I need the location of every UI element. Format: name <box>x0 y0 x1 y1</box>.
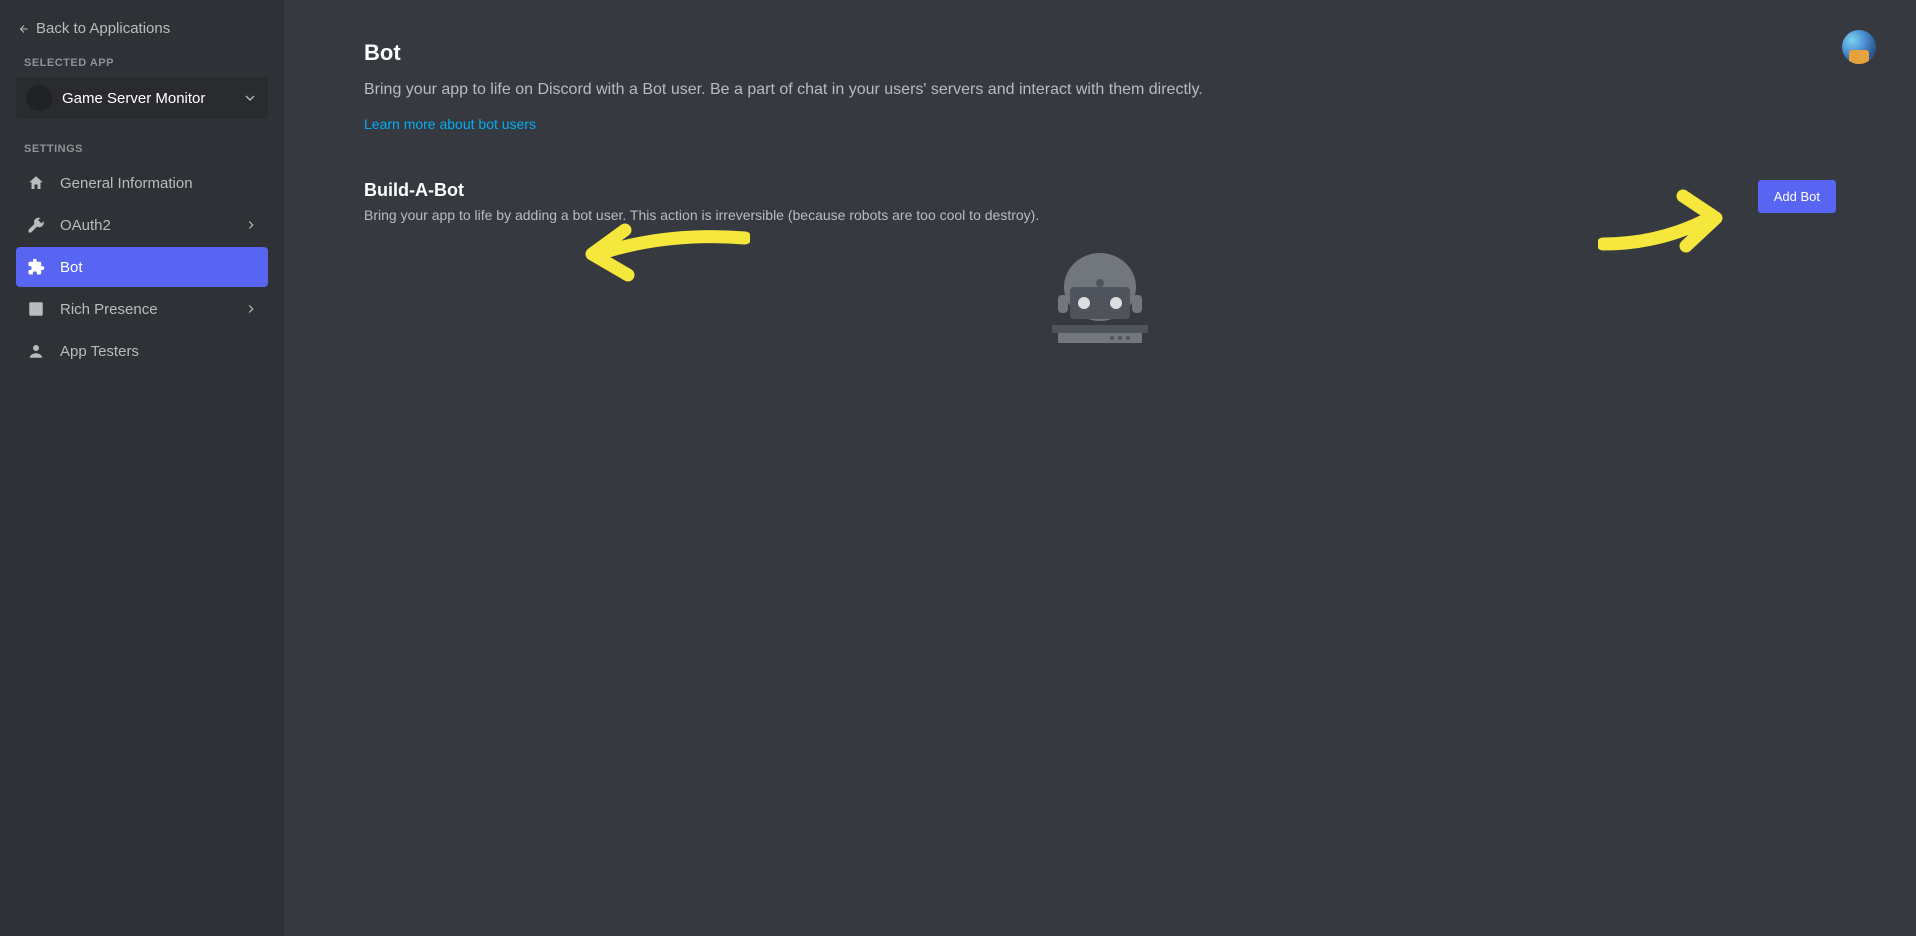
back-to-applications-link[interactable]: Back to Applications <box>16 16 268 49</box>
nav-oauth2[interactable]: OAuth2 <box>16 205 268 245</box>
sidebar: Back to Applications SELECTED APP Game S… <box>0 0 284 936</box>
nav-general-information[interactable]: General Information <box>16 163 268 203</box>
nav-item-label: Bot <box>60 259 258 276</box>
build-a-bot-section: Build-A-Bot Bring your app to life by ad… <box>364 180 1836 223</box>
page-description: Bring your app to life on Discord with a… <box>364 78 1836 102</box>
add-bot-button[interactable]: Add Bot <box>1758 180 1836 213</box>
chevron-right-icon <box>244 302 258 316</box>
home-icon <box>26 174 46 192</box>
nav-item-label: Rich Presence <box>60 301 230 318</box>
document-icon <box>26 300 46 318</box>
app-icon <box>26 85 52 111</box>
arrow-left-icon <box>18 23 30 35</box>
build-heading: Build-A-Bot <box>364 180 1039 201</box>
page-title: Bot <box>364 40 1836 66</box>
nav-item-label: OAuth2 <box>60 217 230 234</box>
build-a-bot-text: Build-A-Bot Bring your app to life by ad… <box>364 180 1039 223</box>
wrench-icon <box>26 216 46 234</box>
learn-more-link[interactable]: Learn more about bot users <box>364 116 536 132</box>
chevron-right-icon <box>244 218 258 232</box>
user-avatar[interactable] <box>1842 30 1876 64</box>
main-content: Bot Bring your app to life on Discord wi… <box>284 0 1916 936</box>
nav-item-label: App Testers <box>60 343 258 360</box>
nav-app-testers[interactable]: App Testers <box>16 331 268 371</box>
build-subtext: Bring your app to life by adding a bot u… <box>364 207 1039 223</box>
back-label: Back to Applications <box>36 20 170 37</box>
puzzle-icon <box>26 258 46 276</box>
chevron-down-icon <box>242 90 258 106</box>
person-icon <box>26 342 46 360</box>
selected-app-label: SELECTED APP <box>24 57 268 69</box>
settings-nav: General Information OAuth2 Bot Rich Pres… <box>16 163 268 371</box>
robot-illustration <box>364 247 1836 347</box>
settings-label: SETTINGS <box>24 143 268 155</box>
nav-bot[interactable]: Bot <box>16 247 268 287</box>
nav-rich-presence[interactable]: Rich Presence <box>16 289 268 329</box>
nav-item-label: General Information <box>60 175 258 192</box>
app-name: Game Server Monitor <box>62 90 232 107</box>
app-selector[interactable]: Game Server Monitor <box>16 77 268 119</box>
